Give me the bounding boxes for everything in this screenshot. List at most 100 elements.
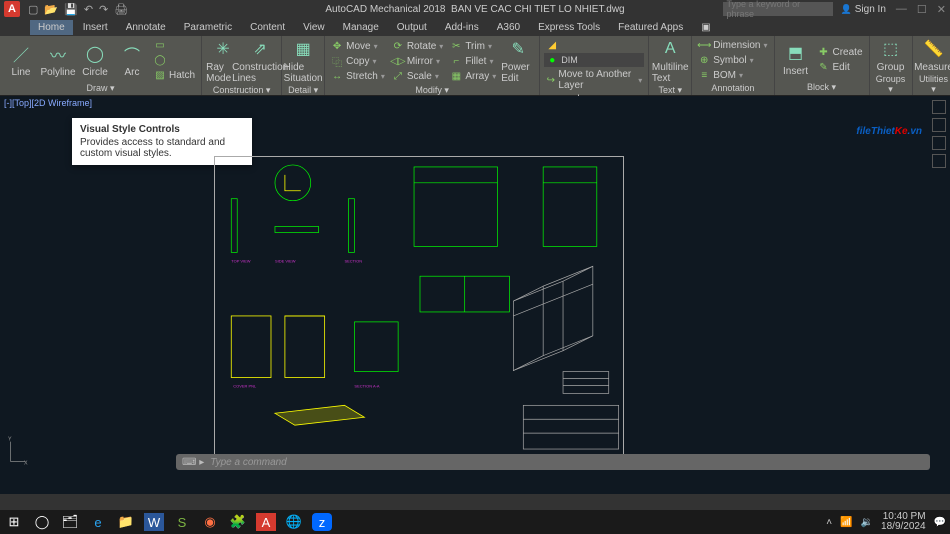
tray-wifi-icon[interactable]: 📶 [840,517,852,528]
windows-taskbar: ⊞ ◯ 🗂 e 📁 W S ◉ 🧩 A 🌐 z ˄ 📶 🔉 10:40 PM 1… [0,510,950,534]
nav-pan-icon[interactable] [932,136,946,150]
qat-save-icon[interactable]: 💾 [64,3,78,16]
title-bar: A ▢ 📂 💾 ↶ ↷ 🖨 AutoCAD Mechanical 2018 BA… [0,0,950,18]
power-edit-button[interactable]: ✎Power Edit [501,38,535,84]
ribbon-tabs: Home Insert Annotate Parametric Content … [0,18,950,36]
panel-modify-label[interactable]: Modify ▾ [329,84,535,96]
rect-button[interactable]: ▭ [152,38,197,52]
qat-undo-icon[interactable]: ↶ [84,3,93,16]
arc-button[interactable]: ⌒Arc [115,43,149,78]
circle-button[interactable]: ◯Circle [78,43,112,78]
sign-in-button[interactable]: 👤 Sign In [841,4,886,15]
help-search[interactable]: Type a keyword or phrase [723,2,833,16]
layer-dropdown[interactable]: ● DIM [544,53,644,67]
qat-redo-icon[interactable]: ↷ [99,3,108,16]
nav-bar[interactable] [932,100,946,168]
stretch-button[interactable]: ↔Stretch [329,69,387,83]
trim-button[interactable]: ✂Trim [448,39,498,53]
panel-text: AMultiline Text Text ▾ [649,36,692,95]
tab-manage[interactable]: Manage [335,20,387,35]
qat-new-icon[interactable]: ▢ [28,3,38,16]
panel-draw-label[interactable]: Draw ▾ [4,82,197,94]
copy-button[interactable]: ⿻Copy [329,54,387,68]
bom-button[interactable]: ≡BOM [696,68,769,82]
hide-situation-button[interactable]: ▦Hide Situation [286,38,320,84]
app-orange-icon[interactable]: ◉ [200,513,220,531]
word-icon[interactable]: W [144,513,164,531]
zalo-icon[interactable]: z [312,513,332,531]
panel-draw: ／Line 〰Polyline ◯Circle ⌒Arc ▭ ◯ ▨Hatch … [0,36,202,95]
tab-view[interactable]: View [295,20,333,35]
fillet-button[interactable]: ⌐Fillet [448,54,498,68]
tab-overflow-icon[interactable]: ▣ [693,20,718,35]
ucs-icon: Y X [8,436,28,466]
insert-button[interactable]: ⬒Insert [779,42,813,77]
tab-express[interactable]: Express Tools [530,20,608,35]
mirror-button[interactable]: ◁▷Mirror [390,54,445,68]
tab-home[interactable]: Home [30,20,73,35]
edge-icon[interactable]: e [88,513,108,531]
clock-date[interactable]: 18/9/2024 [881,522,926,533]
panel-groups-label[interactable]: Groups ▾ [874,73,908,95]
block-create-button[interactable]: ✚Create [816,45,865,59]
tab-annotate[interactable]: Annotate [118,20,174,35]
window-minimize-icon[interactable]: — [896,3,907,16]
panel-layers: ◢ ● DIM ↪Move to Another Layer Layers ▾ [540,36,649,95]
nav-home-icon[interactable] [932,100,946,114]
scale-button[interactable]: ⤢Scale [390,69,445,83]
panel-utilities-label[interactable]: Utilities ▾ [917,73,950,95]
panel-annotation: ⟷Dimension ⊕Symbol ≡BOM Annotation [692,36,774,95]
explorer-icon[interactable]: 📁 [116,513,136,531]
nav-orbit-icon[interactable] [932,154,946,168]
tab-addins[interactable]: Add-ins [437,20,487,35]
app-green-icon[interactable]: 🧩 [228,513,248,531]
rotate-button[interactable]: ⟳Rotate [390,39,445,53]
nav-cube-icon[interactable] [932,118,946,132]
app-icon[interactable]: A [4,1,20,17]
cortana-icon[interactable]: ◯ [32,513,52,531]
panel-groups: ⬚Group Groups ▾ [870,36,913,95]
panel-detail-label[interactable]: Detail ▾ [286,84,320,96]
move-to-layer-button[interactable]: ↪Move to Another Layer [544,68,644,92]
tab-parametric[interactable]: Parametric [176,20,240,35]
tab-featured[interactable]: Featured Apps [610,20,691,35]
command-line[interactable]: ⌨ ▸ Type a command [176,454,930,470]
measure-button[interactable]: 📏Measure [917,38,950,73]
hatch-button[interactable]: ▨Hatch [152,68,197,82]
qat-open-icon[interactable]: 📂 [44,3,58,16]
window-close-icon[interactable]: ✕ [937,3,946,16]
tray-sound-icon[interactable]: 🔉 [861,517,873,528]
block-edit-button[interactable]: ✎Edit [816,60,865,74]
panel-block-label[interactable]: Block ▾ [779,81,865,93]
polyline-button[interactable]: 〰Polyline [41,43,75,78]
tab-output[interactable]: Output [389,20,435,35]
panel-text-label[interactable]: Text ▾ [653,84,687,96]
ellipse-button[interactable]: ◯ [152,53,197,67]
system-tray[interactable]: ˄ 📶 🔉 10:40 PM 18/9/2024 💬 [826,512,946,533]
window-maximize-icon[interactable]: ☐ [917,3,927,16]
app-s-icon[interactable]: S [172,513,192,531]
start-button[interactable]: ⊞ [4,513,24,531]
window-title: AutoCAD Mechanical 2018 BAN VE CAC CHI T… [325,4,624,15]
dimension-button[interactable]: ⟷Dimension [696,38,769,52]
line-button[interactable]: ／Line [4,43,38,78]
panel-construction-label[interactable]: Construction ▾ [206,84,277,96]
construction-lines-button[interactable]: ⇗Construction Lines [243,38,277,84]
viewport-label[interactable]: [-][Top][2D Wireframe] [4,98,92,108]
chrome-icon[interactable]: 🌐 [284,513,304,531]
tab-insert[interactable]: Insert [75,20,116,35]
layer-props-button[interactable]: ◢ [544,38,644,52]
multiline-text-button[interactable]: AMultiline Text [653,38,687,84]
array-button[interactable]: ▦Array [448,69,498,83]
symbol-button[interactable]: ⊕Symbol [696,53,769,67]
tab-a360[interactable]: A360 [489,20,528,35]
drawing-area[interactable]: [-][Top][2D Wireframe] Visual Style Cont… [0,96,950,494]
taskview-icon[interactable]: 🗂 [60,513,80,531]
move-button[interactable]: ✥Move [329,39,387,53]
tab-content[interactable]: Content [242,20,293,35]
tray-up-icon[interactable]: ˄ [826,517,832,528]
autocad-taskbar-icon[interactable]: A [256,513,276,531]
notifications-icon[interactable]: 💬 [934,517,946,528]
qat-plot-icon[interactable]: 🖨 [114,3,128,16]
group-button[interactable]: ⬚Group [874,38,908,73]
